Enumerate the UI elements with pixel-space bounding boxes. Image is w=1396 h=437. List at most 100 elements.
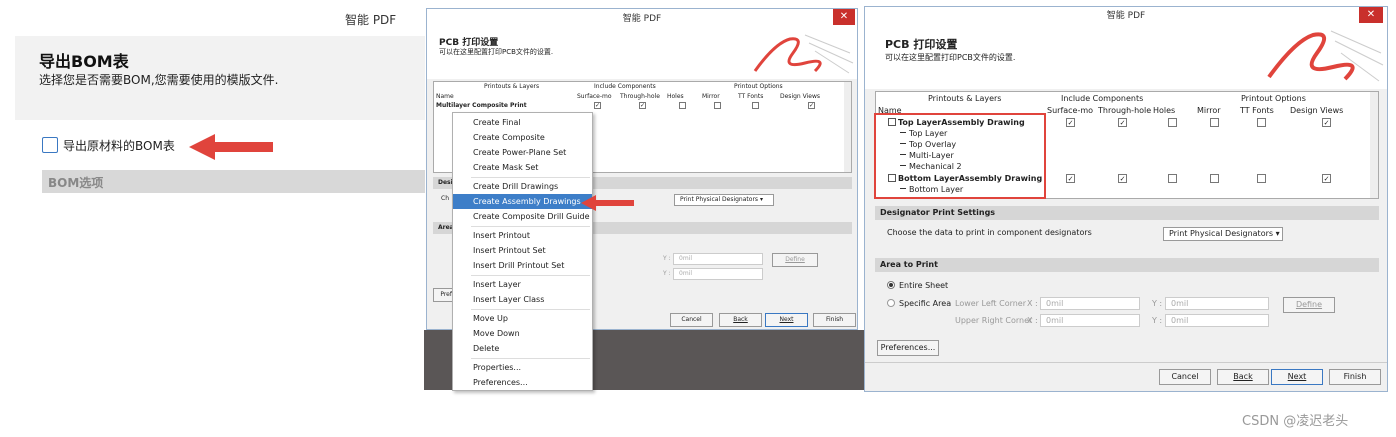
col-include: Include Components (594, 83, 656, 90)
col-printouts: Printouts & Layers (928, 94, 1002, 103)
middle-header: PCB 打印设置 可以在这里配置打印PCB文件的设置. (427, 29, 857, 79)
right-next-button[interactable]: Next (1271, 369, 1323, 385)
lower-left-x-field[interactable]: 0mil (1040, 297, 1140, 310)
col-surface: Surface-mo (577, 93, 612, 100)
col-mirror: Mirror (1197, 106, 1221, 115)
row1-surface-checkbox[interactable]: ✓ (594, 102, 601, 109)
menu-preferences[interactable]: Preferences... (453, 375, 592, 390)
top-through-checkbox[interactable]: ✓ (1118, 118, 1127, 127)
right-finish-button[interactable]: Finish (1329, 369, 1381, 385)
middle-y-label2: Y : (663, 270, 671, 277)
upper-right-label: Upper Right Corner (955, 316, 1033, 325)
top-design-checkbox[interactable]: ✓ (1322, 118, 1331, 127)
lower-left-x-label: X : (1027, 299, 1038, 308)
middle-next-button[interactable]: Next (765, 313, 808, 327)
right-close-button[interactable]: ✕ (1359, 7, 1383, 23)
bottom-through-checkbox[interactable]: ✓ (1118, 174, 1127, 183)
menu-create-drill-drawings[interactable]: Create Drill Drawings (453, 179, 592, 194)
pdf-logo-icon (1267, 30, 1384, 82)
menu-red-arrow-icon (581, 195, 634, 211)
right-header: PCB 打印设置 可以在这里配置打印PCB文件的设置. (865, 25, 1387, 89)
specific-area-radio[interactable] (887, 299, 895, 307)
middle-dropdown-value: Print Physical Designators (680, 196, 759, 203)
col-surface: Surface-mo (1047, 106, 1094, 115)
col-through: Through-hole (1098, 106, 1152, 115)
bom-heading: 导出BOM表 (39, 52, 129, 71)
middle-titlebar: 智能 PDF (427, 9, 857, 29)
menu-create-assembly-drawings[interactable]: Create Assembly Drawings (453, 194, 592, 209)
top-ttfonts-checkbox[interactable] (1257, 118, 1266, 127)
middle-choose-label: Ch (441, 195, 449, 202)
pdf-logo-icon (753, 34, 854, 74)
upper-right-x-field[interactable]: 0mil (1040, 314, 1140, 327)
middle-y-label1: Y : (663, 255, 671, 262)
entire-sheet-radio[interactable] (887, 281, 895, 289)
multilayer-row[interactable]: Multilayer Composite Print (436, 102, 527, 109)
right-grid-scrollbar[interactable] (1370, 92, 1378, 198)
middle-y-field1[interactable]: 0mil (673, 253, 763, 265)
bottom-surface-checkbox[interactable]: ✓ (1066, 174, 1075, 183)
context-menu: Create Final Create Composite Create Pow… (452, 112, 593, 391)
row1-through-checkbox[interactable]: ✓ (639, 102, 646, 109)
middle-define-button[interactable]: Define (772, 253, 818, 267)
upper-right-y-field[interactable]: 0mil (1165, 314, 1269, 327)
right-preferences-button[interactable]: Preferences... (877, 340, 939, 356)
row1-ttfonts-checkbox[interactable] (752, 102, 759, 109)
middle-cancel-button[interactable]: Cancel (670, 313, 713, 327)
middle-y-field2[interactable]: 0mil (673, 268, 763, 280)
export-bom-checkbox[interactable] (42, 137, 58, 153)
bom-subtitle: 选择您是否需要BOM,您需要使用的模版文件. (39, 73, 279, 87)
middle-designator-dropdown[interactable]: Print Physical Designators ▾ (674, 194, 774, 206)
menu-insert-layer[interactable]: Insert Layer (453, 277, 592, 292)
menu-separator (471, 358, 590, 359)
top-holes-checkbox[interactable] (1168, 118, 1177, 127)
right-cancel-button[interactable]: Cancel (1159, 369, 1211, 385)
entire-sheet-label: Entire Sheet (899, 281, 949, 290)
right-define-button[interactable]: Define (1283, 297, 1335, 313)
radio-dot (889, 283, 893, 287)
menu-create-composite-drill-guide[interactable]: Create Composite Drill Guide (453, 209, 592, 224)
menu-delete[interactable]: Delete (453, 341, 592, 356)
menu-create-mask-set[interactable]: Create Mask Set (453, 160, 592, 175)
menu-separator (471, 275, 590, 276)
col-printouts: Printouts & Layers (484, 83, 540, 90)
bom-window: 智能 PDF 导出BOM表 选择您是否需要BOM,您需要使用的模版文件. 导出原… (15, 8, 425, 193)
right-back-button[interactable]: Back (1217, 369, 1269, 385)
middle-grid-scrollbar[interactable] (844, 82, 851, 172)
row1-mirror-checkbox[interactable] (714, 102, 721, 109)
col-design: Design Views (1290, 106, 1344, 115)
col-options: Printout Options (734, 83, 783, 90)
top-surface-checkbox[interactable]: ✓ (1066, 118, 1075, 127)
middle-finish-button[interactable]: Finish (813, 313, 856, 327)
right-titlebar: 智能 PDF (865, 7, 1387, 25)
menu-separator (471, 177, 590, 178)
menu-insert-drill-printout-set[interactable]: Insert Drill Printout Set (453, 258, 592, 273)
middle-close-button[interactable]: ✕ (833, 9, 855, 25)
bottom-mirror-checkbox[interactable] (1210, 174, 1219, 183)
right-designator-dropdown[interactable]: Print Physical Designators ▾ (1163, 227, 1283, 241)
right-dropdown-value: Print Physical Designators (1169, 229, 1274, 238)
middle-header-subtitle: 可以在这里配置打印PCB文件的设置. (439, 48, 554, 56)
menu-properties[interactable]: Properties... (453, 360, 592, 375)
middle-back-button[interactable]: Back (719, 313, 762, 327)
menu-insert-printout-set[interactable]: Insert Printout Set (453, 243, 592, 258)
right-choose-label: Choose the data to print in component de… (887, 228, 1092, 237)
menu-insert-printout[interactable]: Insert Printout (453, 228, 592, 243)
bottom-holes-checkbox[interactable] (1168, 174, 1177, 183)
row1-holes-checkbox[interactable] (679, 102, 686, 109)
lower-left-y-field[interactable]: 0mil (1165, 297, 1269, 310)
menu-insert-layer-class[interactable]: Insert Layer Class (453, 292, 592, 307)
upper-right-y-label: Y : (1152, 316, 1163, 325)
menu-separator (471, 309, 590, 310)
menu-move-down[interactable]: Move Down (453, 326, 592, 341)
bottom-ttfonts-checkbox[interactable] (1257, 174, 1266, 183)
menu-separator (471, 226, 590, 227)
bottom-design-checkbox[interactable]: ✓ (1322, 174, 1331, 183)
upper-right-x-label: X : (1027, 316, 1038, 325)
menu-create-power-plane-set[interactable]: Create Power-Plane Set (453, 145, 592, 160)
menu-create-composite[interactable]: Create Composite (453, 130, 592, 145)
menu-move-up[interactable]: Move Up (453, 311, 592, 326)
row1-design-checkbox[interactable]: ✓ (808, 102, 815, 109)
top-mirror-checkbox[interactable] (1210, 118, 1219, 127)
menu-create-final[interactable]: Create Final (453, 115, 592, 130)
